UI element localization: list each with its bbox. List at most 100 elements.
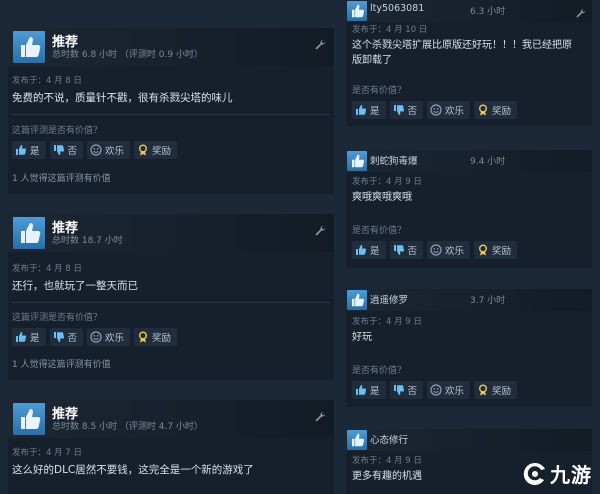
yes-button[interactable]: 是 (352, 101, 386, 119)
button-label: 是 (30, 146, 40, 157)
review-text: 爽哦爽哦爽哦 (352, 192, 412, 203)
thumbs-up-icon (347, 151, 367, 171)
post-date: 发布于：4 月 9 日 (352, 177, 422, 187)
wrench-icon[interactable] (314, 408, 326, 422)
funny-button[interactable]: 欢乐 (87, 328, 131, 346)
button-label: 奖励 (492, 246, 512, 257)
award-button[interactable]: 奖励 (474, 381, 518, 399)
post-date: 发布于：4 月 9 日 (352, 317, 422, 327)
review-text: 免费的不说，质量针不戳，很有杀戮尖塔的味儿 (12, 92, 233, 104)
button-label: 是 (370, 386, 380, 397)
button-label: 否 (67, 333, 78, 344)
thumbs-up-icon (347, 430, 367, 450)
playtime: 3.7 小时 (470, 296, 506, 306)
award-icon (137, 331, 149, 343)
review-header: 推荐 总时数 18.7 小时 (8, 214, 334, 252)
divider (12, 302, 330, 303)
helpful-question: 是否有价值？ (352, 366, 407, 376)
divider (12, 114, 330, 115)
button-label: 奖励 (492, 106, 512, 117)
no-button[interactable]: 否 (389, 101, 424, 119)
helpful-question: 是否有价值？ (352, 226, 407, 236)
username[interactable]: lty5063081 (370, 3, 424, 14)
wrench-icon[interactable] (575, 4, 586, 18)
thumbs-up-icon (355, 244, 367, 256)
award-icon (477, 244, 489, 256)
post-date: 发布于：4 月 9 日 (352, 456, 422, 466)
smiley-icon (90, 144, 102, 156)
award-button[interactable]: 奖励 (474, 241, 518, 259)
button-label: 否 (67, 146, 78, 157)
yes-button[interactable]: 是 (352, 381, 386, 399)
thumbs-up-icon (347, 290, 367, 310)
username[interactable]: 刺蛇狗毒爆 (370, 153, 418, 167)
funny-button[interactable]: 欢乐 (87, 141, 131, 159)
funny-button[interactable]: 欢乐 (427, 101, 471, 119)
username[interactable]: 心态修行 (370, 432, 408, 446)
yes-button[interactable]: 是 (12, 328, 46, 346)
thumbs-up-icon (13, 31, 45, 63)
thumbs-up-icon (15, 331, 27, 343)
thumbs-down-icon (393, 244, 405, 256)
button-label: 欢乐 (445, 246, 465, 257)
review-text: 还行，也就玩了一整天而已 (12, 280, 138, 292)
post-date: 发布于：4 月 10 日 (352, 25, 428, 35)
award-icon (477, 384, 489, 396)
button-label: 是 (370, 106, 380, 117)
no-button[interactable]: 否 (389, 381, 424, 399)
review-card: 推荐 总时数 18.7 小时 发布于：4 月 8 日 还行，也就玩了一整天而已 … (8, 214, 334, 380)
playtime: 总时数 6.8 小时 （评测时 0.9 小时） (52, 50, 203, 60)
review-header: lty5063081 6.3 小时 (346, 0, 592, 22)
yes-button[interactable]: 是 (12, 141, 46, 159)
helpful-question: 这篇评测是否有价值？ (12, 313, 103, 323)
thumbs-down-icon (393, 384, 405, 396)
button-label: 是 (30, 333, 40, 344)
smiley-icon (430, 104, 442, 116)
award-button[interactable]: 奖励 (134, 328, 178, 346)
review-header: 刺蛇狗毒爆 9.4 小时 (346, 150, 592, 172)
logo-text: 九游 (550, 463, 592, 487)
funny-button[interactable]: 欢乐 (427, 241, 471, 259)
yes-button[interactable]: 是 (352, 241, 386, 259)
review-header: 推荐 总时数 6.8 小时 （评测时 0.9 小时） (8, 28, 334, 66)
playtime: 总时数 8.5 小时 （评测时 4.7 小时） (52, 422, 203, 432)
funny-button[interactable]: 欢乐 (427, 381, 471, 399)
button-label: 否 (407, 386, 418, 397)
post-date: 发布于：4 月 8 日 (12, 264, 82, 274)
review-card: 推荐 总时数 6.8 小时 （评测时 0.9 小时） 发布于：4 月 8 日 免… (8, 28, 334, 194)
review-text: 版卸载了 (352, 55, 392, 66)
wrench-icon[interactable] (314, 222, 326, 236)
thumbs-up-icon (13, 403, 45, 435)
award-button[interactable]: 奖励 (134, 141, 178, 159)
review-text: 这个杀戮尖塔扩展比原版还好玩！！！我已经把原 (352, 40, 572, 51)
helpful-count: 1 人觉得这篇评测有价值 (12, 174, 111, 184)
username[interactable]: 逍遥修罗 (370, 292, 408, 306)
review-card: lty5063081 6.3 小时 发布于：4 月 10 日 这个杀戮尖塔扩展比… (346, 0, 592, 126)
review-text: 好玩 (352, 332, 372, 343)
award-button[interactable]: 奖励 (474, 101, 518, 119)
helpful-question: 是否有价值？ (352, 86, 407, 96)
review-header: 心态修行 (346, 429, 592, 451)
playtime: 6.3 小时 (470, 7, 506, 17)
logo-mark-icon (522, 461, 548, 487)
thumbs-down-icon (393, 104, 405, 116)
button-label: 欢乐 (105, 333, 125, 344)
button-label: 否 (407, 246, 418, 257)
helpful-question: 这篇评测是否有价值？ (12, 126, 103, 136)
no-button[interactable]: 否 (49, 328, 84, 346)
playtime: 总时数 18.7 小时 (52, 236, 123, 246)
post-date: 发布于：4 月 7 日 (12, 448, 82, 458)
playtime: 9.4 小时 (470, 157, 506, 167)
button-label: 奖励 (492, 386, 512, 397)
button-label: 是 (370, 246, 380, 257)
no-button[interactable]: 否 (49, 141, 84, 159)
review-text: 更多有趣的机遇 (352, 471, 422, 482)
helpful-count: 1 人觉得这篇评测有价值 (12, 360, 111, 370)
button-label: 否 (407, 106, 418, 117)
no-button[interactable]: 否 (389, 241, 424, 259)
wrench-icon[interactable] (314, 36, 326, 50)
award-icon (137, 144, 149, 156)
thumbs-up-icon (355, 384, 367, 396)
post-date: 发布于：4 月 8 日 (12, 76, 82, 86)
button-label: 奖励 (152, 146, 172, 157)
